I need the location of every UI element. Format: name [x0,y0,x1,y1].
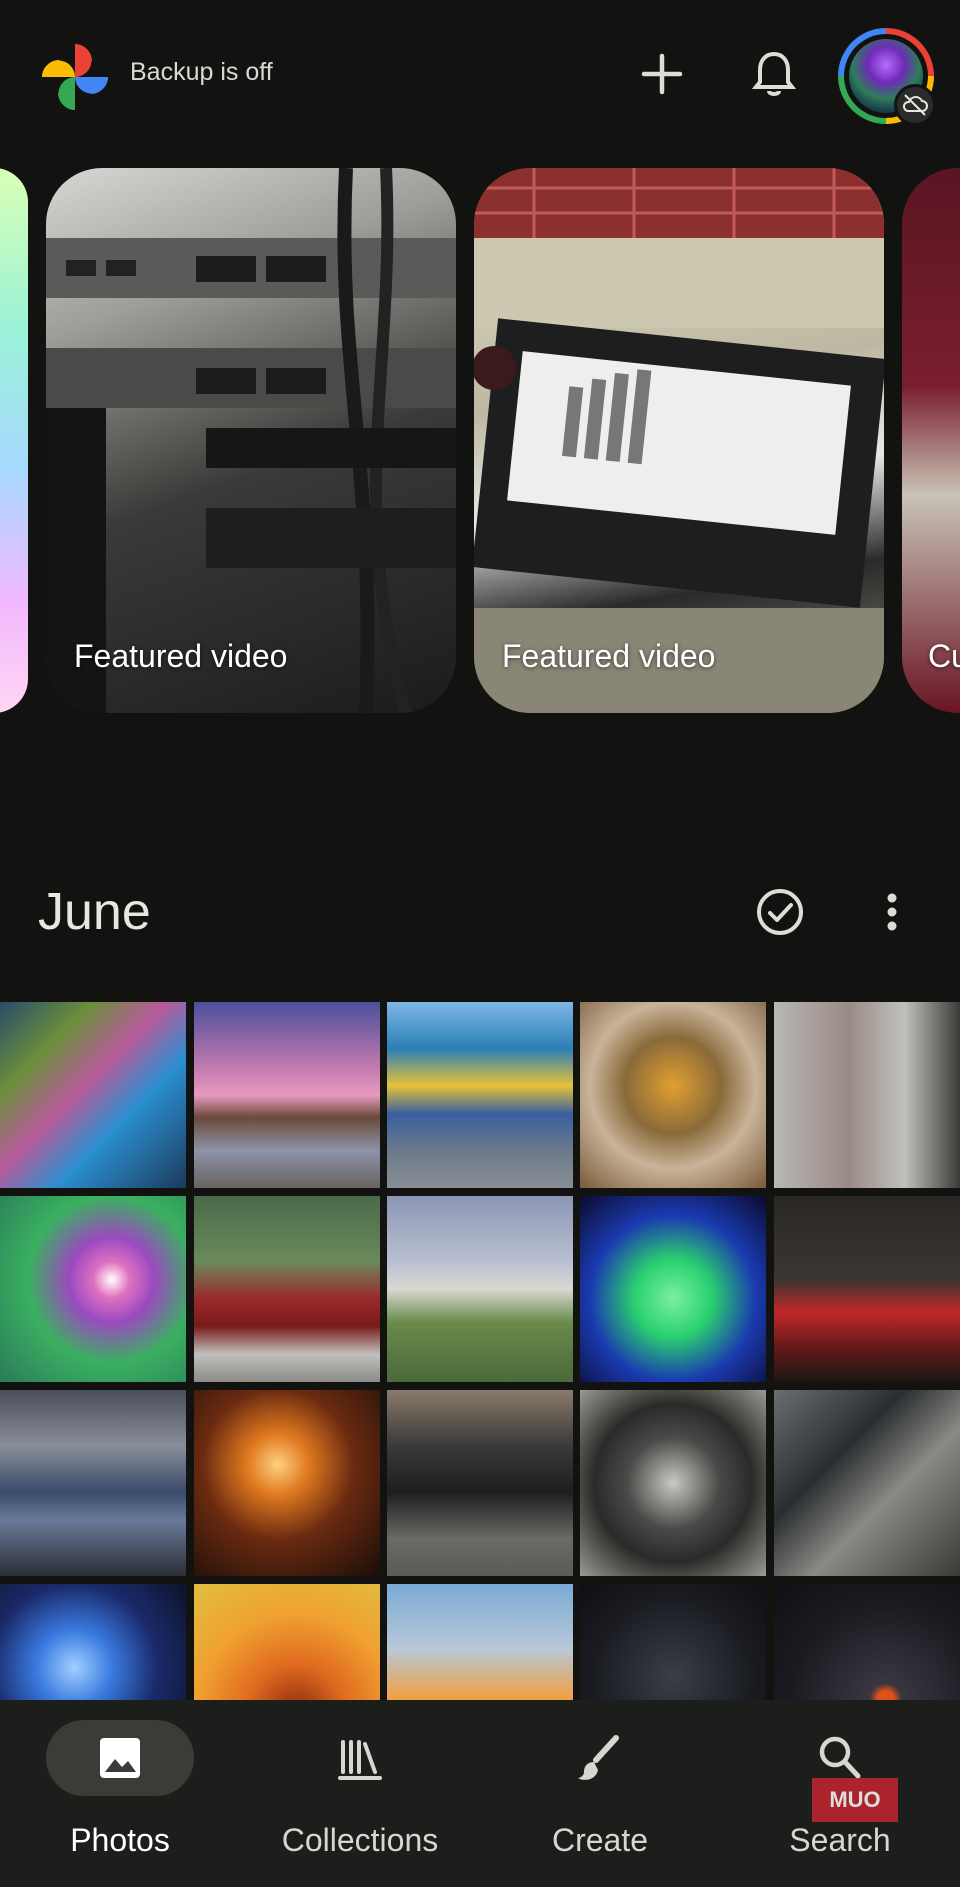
memory-thumbnail [46,168,456,713]
nav-label-collections: Collections [281,1822,439,1858]
cloud-off-icon [894,84,936,126]
nav-label-create: Create [551,1822,649,1858]
nav-item-create[interactable]: Create [480,1700,720,1887]
account-avatar-button[interactable] [838,28,936,126]
memory-card-label: Featured video [74,638,288,674]
photo-tile[interactable] [387,1584,573,1702]
photo-tile[interactable] [194,1584,380,1702]
check-circle-icon [757,889,803,935]
photo-tile[interactable] [194,1196,380,1382]
photo-tile[interactable] [774,1002,960,1188]
photo-tile[interactable] [580,1002,766,1188]
more-options-button[interactable] [872,884,912,940]
memory-card[interactable] [0,168,28,713]
photo-tile[interactable] [387,1002,573,1188]
photo-tile[interactable] [774,1390,960,1576]
nav-item-photos[interactable]: Photos [0,1700,240,1887]
nav-label-search: Search [789,1822,891,1858]
search-icon [819,1736,861,1779]
add-button[interactable] [632,44,692,104]
photo-tile[interactable] [0,1196,186,1382]
more-vert-icon [887,893,897,931]
photo-tile[interactable] [0,1002,186,1188]
brush-icon [578,1735,619,1780]
memory-card[interactable]: Cu [902,168,960,713]
photo-tile[interactable] [0,1584,186,1702]
memory-card-label: Featured video [502,638,716,674]
photo-tile[interactable] [774,1196,960,1382]
image-icon [100,1738,140,1778]
select-all-button[interactable] [752,884,808,940]
photo-tile[interactable] [194,1002,380,1188]
photo-tile[interactable] [580,1196,766,1382]
collections-icon [338,1740,382,1780]
nav-item-collections[interactable]: Collections [240,1700,480,1887]
bell-icon [751,51,797,96]
plus-icon [641,53,683,95]
notifications-button[interactable] [744,44,804,104]
google-photos-logo-icon [38,40,112,114]
memory-card-label: Cu [928,638,960,674]
photo-tile[interactable] [580,1584,766,1702]
photo-tile[interactable] [387,1196,573,1382]
memory-card-featured-video[interactable]: Featured video [474,168,884,713]
site-watermark: MUO [812,1778,898,1822]
top-app-bar: Backup is off [0,0,960,150]
photo-grid [0,1002,960,1702]
photo-tile[interactable] [194,1390,380,1576]
memories-carousel[interactable]: Featured video Featured video Cu [0,168,960,713]
photo-tile[interactable] [774,1584,960,1702]
memory-card-featured-video[interactable]: Featured video [46,168,456,713]
photo-tile[interactable] [0,1390,186,1576]
nav-label-photos: Photos [70,1822,170,1858]
photo-tile[interactable] [387,1390,573,1576]
photo-tile[interactable] [580,1390,766,1576]
memory-thumbnail [474,168,884,713]
backup-status-text[interactable]: Backup is off [130,58,273,87]
section-title: June [38,883,151,941]
